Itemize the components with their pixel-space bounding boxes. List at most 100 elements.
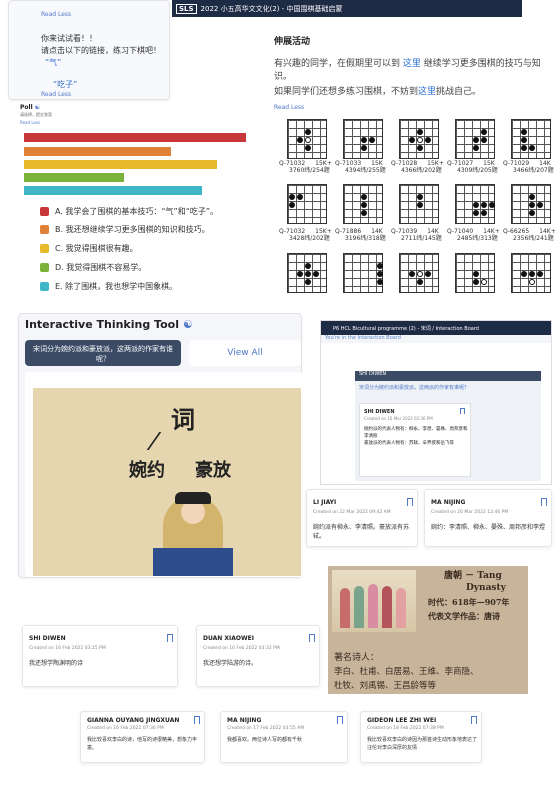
poets-line-2: 杜牧、刘禹锡、王昌龄等等 [334, 681, 437, 691]
haofang-label: 豪放 [195, 460, 231, 481]
go-stone [409, 271, 415, 277]
bookmark-icon[interactable] [407, 498, 413, 506]
go-board[interactable] [455, 119, 495, 159]
go-problem-label[interactable]: Q-71032 15K+ 3428纬/202题 [279, 228, 332, 242]
problem-stats: 3428纬/202题 [289, 235, 330, 242]
go-problem-label[interactable]: Q-66265 14K+ 2356纬/241题 [503, 228, 556, 242]
poll-subtitle: 请选择，提交答案 [20, 112, 52, 117]
itt-question[interactable]: 宋词分为婉约派和豪放派，这两派的作家有谁呢？ [25, 340, 181, 366]
card-date: Created on 22 Mar 2022 09:42 AM [313, 510, 391, 515]
problem-rank: 15K+ [427, 160, 444, 167]
go-board[interactable] [287, 253, 327, 293]
card-date: Created on 16 Feb 2022 07:36 PM [87, 726, 164, 731]
go-board[interactable] [287, 184, 327, 224]
response-card[interactable]: DUAN XIAOWEI Created on 16 Feb 2022 03:32… [196, 625, 320, 687]
here-link-1[interactable]: 这里 [403, 59, 421, 69]
figure-3 [368, 584, 378, 628]
go-stone [473, 279, 479, 285]
problem-rank: 14K [371, 228, 383, 235]
go-stone [473, 210, 479, 216]
go-problem-label[interactable]: Q-71028 15K+ 4366纬/202题 [391, 160, 444, 174]
card-text: 婉约派有柳永、李清照。豪放派有苏轼。 [313, 524, 410, 540]
card-text: 我还想学陆游的诗。 [203, 660, 258, 667]
response-card[interactable]: MA NIJING Created on 20 Mar 2022 12:46 PM… [424, 489, 552, 547]
response-card[interactable]: MA NIJING Created on 17 Feb 2022 03:55 AM… [220, 711, 348, 763]
chizi-link[interactable]: “吃子” [53, 79, 77, 90]
go-stone [489, 202, 495, 208]
bookmark-icon[interactable] [337, 716, 343, 724]
go-stone [297, 271, 303, 277]
bookmark-icon[interactable] [460, 408, 465, 414]
go-problem-label[interactable]: Q-71029 14K 3466纬/207题 [503, 160, 554, 174]
bookmark-icon[interactable] [471, 716, 477, 724]
tang-ladies-image [332, 570, 416, 632]
go-board[interactable] [343, 184, 383, 224]
go-problem-label[interactable]: Q-71040 14K+ 2485纬/313题 [447, 228, 500, 242]
go-stone [369, 137, 375, 143]
go-board[interactable] [399, 184, 439, 224]
go-problem-label[interactable]: Q-71886 14K 3196纬/318题 [335, 228, 386, 242]
board-post[interactable]: SHI DIWEN Created on 16 Mar 2022 02:36 P… [359, 403, 471, 477]
response-card[interactable]: GIANNA OUYANG JINGXUAN Created on 16 Feb … [80, 711, 205, 763]
go-stone [537, 202, 543, 208]
option-c-label: C. 我觉得围棋很有趣。 [55, 244, 138, 253]
card-author: SHI DIWEN [29, 635, 66, 642]
go-problem-label[interactable]: Q-71039 14K 2711纬/145题 [391, 228, 442, 242]
qi-link[interactable]: “气” [45, 57, 61, 68]
bookmark-icon[interactable] [309, 634, 315, 642]
go-board[interactable] [399, 119, 439, 159]
go-problem-label[interactable]: Q-71033 15K 4394纬/255题 [335, 160, 386, 174]
read-less-link-3[interactable]: Read Less [274, 104, 304, 111]
view-all-link[interactable]: View All [227, 348, 262, 358]
problem-id: Q-71040 [447, 228, 474, 235]
card-author: GIANNA OUYANG JINGXUAN [87, 717, 180, 724]
go-board[interactable] [343, 119, 383, 159]
problem-stats: 2356纬/241题 [513, 235, 554, 242]
go-stone [377, 279, 383, 285]
bookmark-icon[interactable] [194, 716, 200, 724]
go-board[interactable] [455, 184, 495, 224]
go-board[interactable] [511, 119, 551, 159]
go-board[interactable] [511, 184, 551, 224]
poll-option-c[interactable]: C. 我觉得围棋很有趣。 [40, 243, 138, 254]
go-stone [481, 210, 487, 216]
poll-card: Poll ☯ 请选择，提交答案 Read Less [18, 100, 250, 200]
go-board[interactable] [511, 253, 551, 293]
poll-read-less[interactable]: Read Less [20, 120, 40, 125]
wanyue-label: 婉约 [129, 460, 165, 481]
try-instruction: 请点击以下的链接，练习下棋吧！ [41, 46, 161, 55]
board-question[interactable]: 宋词分为婉约派和豪放派，这两派的作家有谁呢？ [359, 385, 469, 392]
sls-logo[interactable]: SLS [176, 3, 197, 14]
response-card[interactable]: LI JIAYI Created on 22 Mar 2022 09:42 AM 婉… [306, 489, 418, 547]
response-card[interactable]: SHI DIWEN Created on 16 Feb 2022 03:25 PM… [22, 625, 178, 687]
go-stone [529, 271, 535, 277]
read-less-link[interactable]: Read Less [41, 11, 71, 18]
go-board[interactable] [399, 253, 439, 293]
poll-option-b[interactable]: B. 我还想继续学习更多围棋的知识和技巧。 [40, 224, 210, 235]
ci-char: 词 [171, 405, 195, 434]
go-problem-label[interactable]: Q-71032 15K+ 3760纬/254题 [279, 160, 332, 174]
go-board[interactable] [287, 119, 327, 159]
go-board[interactable] [455, 253, 495, 293]
here-link-2[interactable]: 这里 [418, 87, 436, 97]
bookmark-icon[interactable] [541, 498, 547, 506]
try-heading: 你来试试看！！ [41, 34, 97, 43]
go-problem-label[interactable]: Q-71027 15K 4309纬/205题 [447, 160, 498, 174]
poll-bar-d [24, 173, 124, 182]
bookmark-icon[interactable] [167, 634, 173, 642]
response-card[interactable]: GIDEON LEE ZHI WEI Created on 18 Feb 2022… [360, 711, 482, 763]
card-date: Created on 20 Mar 2022 12:46 PM [431, 510, 509, 515]
go-board[interactable] [343, 253, 383, 293]
go-stone [521, 137, 527, 143]
branch-left [146, 432, 220, 450]
try-it-card: Read Less 你来试试看！！ 请点击以下的链接，练习下棋吧！ “气” “吃… [8, 0, 170, 100]
poll-option-a[interactable]: A. 我学会了围棋的基本技巧：“气”和“吃子”。 [40, 206, 218, 217]
option-b-label: B. 我还想继续学习更多围棋的知识和技巧。 [55, 225, 210, 234]
poll-option-e[interactable]: E. 除了围棋，我也想学中国象棋。 [40, 281, 177, 292]
view-all-panel: View All [189, 340, 301, 366]
extension-activity: 伸展活动 有兴趣的同学，在假期里可以到 这里 继续学习更多围棋的技巧与知识。 如… [268, 26, 553, 116]
card-author: LI JIAYI [313, 499, 337, 506]
option-b-swatch [40, 225, 49, 234]
read-less-link-2[interactable]: Read Less [41, 91, 71, 98]
poll-option-d[interactable]: D. 我觉得围棋不容易学。 [40, 262, 146, 273]
